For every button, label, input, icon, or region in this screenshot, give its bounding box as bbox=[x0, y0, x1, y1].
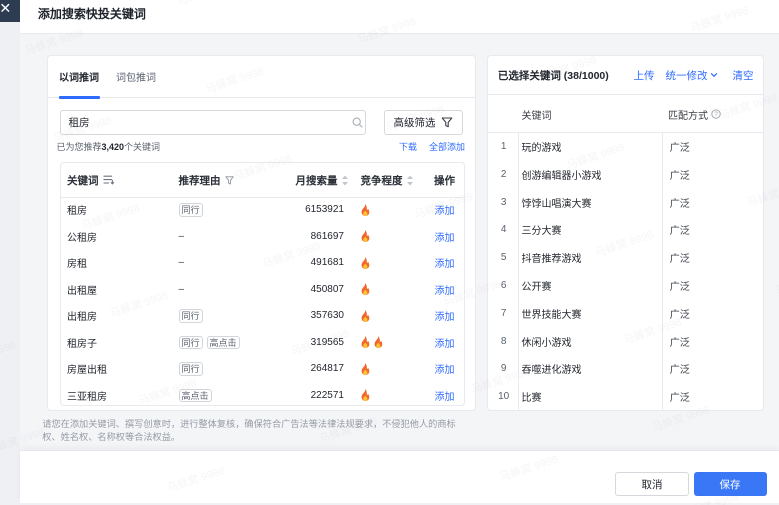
svg-text:?: ? bbox=[714, 112, 718, 119]
